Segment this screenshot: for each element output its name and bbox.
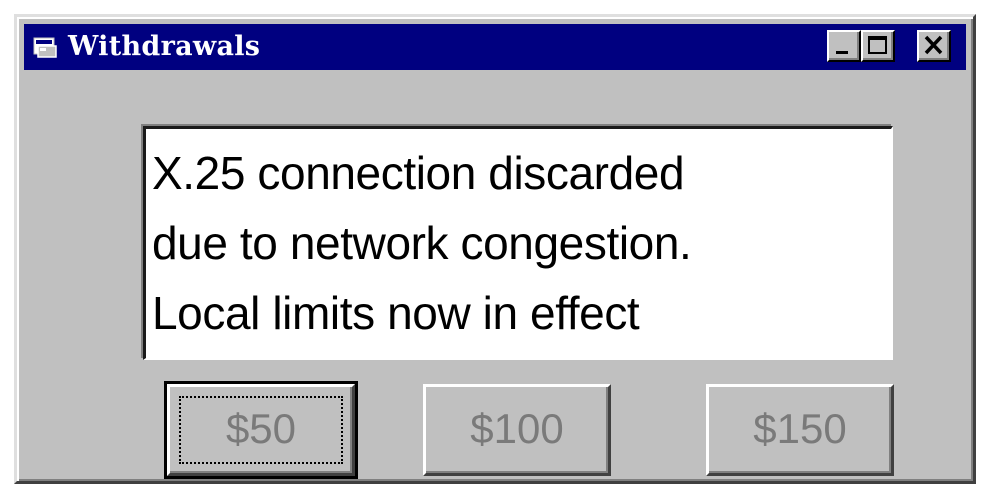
- withdraw-150-button[interactable]: $150: [706, 384, 894, 476]
- message-line: due to network congestion.: [152, 217, 692, 269]
- button-label: $150: [753, 405, 847, 452]
- message-line: Local limits now in effect: [152, 287, 640, 339]
- button-label: $50: [225, 405, 297, 452]
- withdrawals-window: Withdrawals X.25 connection discarded du…: [14, 14, 976, 484]
- close-button[interactable]: [917, 30, 951, 62]
- withdraw-50-button[interactable]: $50: [164, 381, 358, 479]
- window-title: Withdrawals: [68, 31, 261, 62]
- message-line: X.25 connection discarded: [152, 147, 685, 199]
- app-window-icon: [33, 35, 59, 59]
- withdraw-100-button[interactable]: $100: [423, 384, 611, 476]
- minimize-button[interactable]: [827, 30, 861, 62]
- button-label: $100: [470, 405, 564, 452]
- title-bar[interactable]: Withdrawals: [24, 24, 966, 70]
- maximize-button[interactable]: [861, 30, 895, 62]
- message-display: X.25 connection discarded due to network…: [143, 126, 893, 360]
